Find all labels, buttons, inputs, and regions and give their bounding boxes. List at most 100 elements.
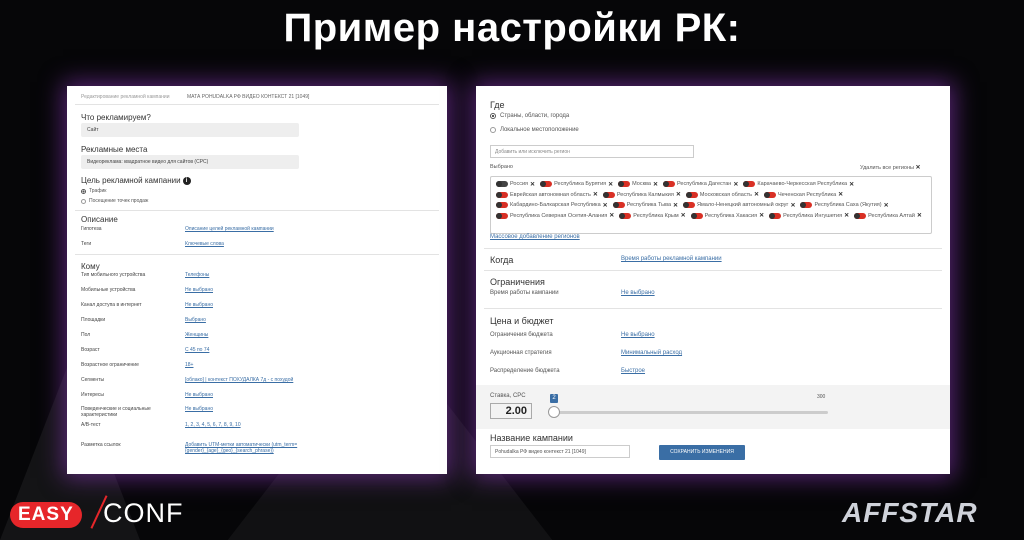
bid-slider-thumb[interactable] [548,406,560,418]
auction-strategy-link[interactable]: Минимальный расход [621,350,682,356]
segments-link[interactable]: [облако] | контекст ПОХУДАЛКА 7д - с пох… [185,377,293,383]
toggle-icon[interactable] [496,191,508,198]
toggle-icon[interactable] [854,212,867,219]
row-label: Поведенческие и социальные характеристик… [81,406,151,418]
what-select[interactable]: Сайт [81,123,299,137]
region-input[interactable]: Добавить или исключить регион [490,145,694,158]
region-chip[interactable]: Москва ✕ [618,179,658,190]
goal-option-traffic[interactable]: Трафик [81,188,106,194]
ab-test-link[interactable]: 1, 2, 3, 4, 5, 6, 7, 8, 9, 10 [185,422,241,428]
region-chip[interactable]: Республика Тыва ✕ [612,200,678,211]
region-chip[interactable]: Республика Хакасия ✕ [690,211,764,222]
places-select[interactable]: Видеорекламa: квадратное видео для сайто… [81,155,299,169]
info-icon[interactable]: i [182,176,191,185]
toggle-icon[interactable] [619,212,632,219]
close-icon[interactable]: ✕ [917,212,922,219]
region-chip[interactable]: Республика Бурятия ✕ [540,179,613,190]
region-chip[interactable]: Республика Алтай ✕ [854,211,922,222]
close-icon[interactable]: ✕ [608,181,613,188]
toggle-icon[interactable] [763,191,776,198]
platforms-link[interactable]: Выбрано [185,317,206,323]
age-link[interactable]: С 45 по 74 [185,347,209,353]
behavior-link[interactable]: Не выбрано [185,406,213,412]
region-chip[interactable]: Республика Саха (Якутия) ✕ [800,200,889,211]
close-icon[interactable]: ✕ [733,181,738,188]
save-changes-button[interactable]: СОХРАНИТЬ ИЗМЕНЕНИЯ [659,445,745,460]
toggle-icon[interactable] [612,202,625,209]
where-option-regions[interactable]: Страны, области, города [490,113,569,119]
region-chip[interactable]: Еврейская автономная область ✕ [496,190,598,201]
toggle-icon[interactable] [618,181,631,188]
goal-option-stores[interactable]: Посещение точек продаж [81,198,148,204]
bulk-add-regions-link[interactable]: Массовое добавление регионов [490,234,580,240]
region-chip[interactable]: Республика Северная Осетия-Алания ✕ [496,211,614,222]
close-icon[interactable]: ✕ [759,212,764,219]
toggle-icon[interactable] [769,212,782,219]
divider [75,254,439,255]
close-icon[interactable]: ✕ [676,191,681,198]
region-chip[interactable]: Кабардино-Балкарская Республика ✕ [496,200,608,211]
remove-all-regions-button[interactable]: Удалить все регионы ✕ [860,164,921,171]
close-icon[interactable]: ✕ [754,191,759,198]
utm-link[interactable]: Добавить UTM-метки автоматически (utm_te… [185,442,315,454]
hypothesis-link[interactable]: Описание целей рекламной кампании [185,226,274,232]
slide-title: Пример настройки РК: [283,6,741,50]
toggle-icon[interactable] [540,181,553,188]
row-label: Разметка ссылок [81,442,121,448]
what-label: Что рекламируем? [81,113,151,122]
where-option-local[interactable]: Локальное местоположение [490,127,579,133]
region-chip-label: Республика Крым [633,212,679,219]
region-chip[interactable]: Республика Крым ✕ [619,211,686,222]
work-time-link[interactable]: Не выбрано [621,290,655,296]
region-chip[interactable]: Московская область ✕ [685,190,759,201]
toggle-icon[interactable] [496,212,508,219]
radio-icon [81,188,86,194]
budget-distribution-link[interactable]: Быстрое [621,368,645,374]
close-icon[interactable]: ✕ [681,212,686,219]
close-icon[interactable]: ✕ [844,212,849,219]
region-chip[interactable]: Республика Ингушетия ✕ [769,211,849,222]
where-heading: Где [490,100,505,110]
toggle-icon[interactable] [683,202,696,209]
toggle-icon[interactable] [602,191,615,198]
close-icon[interactable]: ✕ [838,191,843,198]
budget-limit-link[interactable]: Не выбрано [621,332,655,338]
schedule-link[interactable]: Время работы рекламной кампании [621,256,722,262]
gender-link[interactable]: Женщины [185,332,208,338]
toggle-icon[interactable] [496,202,508,209]
bid-input[interactable]: 2.00 [490,403,532,419]
close-icon[interactable]: ✕ [673,202,678,209]
close-icon[interactable]: ✕ [530,181,535,188]
region-chip[interactable]: Россия ✕ [496,179,535,190]
toggle-icon[interactable] [662,181,675,188]
close-icon[interactable]: ✕ [849,181,854,188]
access-channel-link[interactable]: Не выбрано [185,302,213,308]
interests-link[interactable]: Не выбрано [185,392,213,398]
toggle-icon[interactable] [800,202,813,209]
close-icon[interactable]: ✕ [593,191,598,198]
device-type-link[interactable]: Телефоны [185,272,209,278]
mobile-devices-link[interactable]: Не выбрано [185,287,213,293]
tags-link[interactable]: Ключевые слова [185,241,224,247]
close-icon[interactable]: ✕ [603,202,608,209]
region-chip[interactable]: Республика Дагестан ✕ [662,179,738,190]
row-label: Пол [81,332,91,338]
row-label: Возрастное ограничение [81,362,139,368]
toggle-icon[interactable] [690,212,703,219]
age-restriction-link[interactable]: 18+ [185,362,193,368]
region-chip[interactable]: Карачаево-Черкесская Республика ✕ [743,179,854,190]
toggle-icon[interactable] [496,181,508,188]
region-chip-label: Россия [510,181,529,188]
bid-slider-track[interactable] [552,411,828,414]
region-chip[interactable]: Ямало-Ненецкий автономный округ ✕ [683,200,795,211]
close-icon[interactable]: ✕ [609,212,614,219]
region-chip[interactable]: Чеченская Республика ✕ [763,190,843,201]
close-icon[interactable]: ✕ [790,202,795,209]
toggle-icon[interactable] [743,181,756,188]
breadcrumb[interactable]: Редактирование рекламной кампании [81,94,170,100]
toggle-icon[interactable] [685,191,698,198]
region-chip[interactable]: Республика Калмыкия ✕ [602,190,681,201]
close-icon[interactable]: ✕ [653,181,658,188]
close-icon[interactable]: ✕ [884,202,889,209]
campaign-name-input[interactable]: Pohudalka РФ видео контекст 21 [1049] [490,445,630,458]
